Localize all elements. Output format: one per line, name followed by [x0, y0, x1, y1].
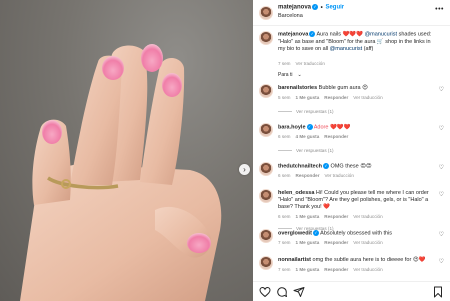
- post-action-bar: [253, 281, 450, 301]
- comment-time[interactable]: 6 sem: [278, 173, 291, 178]
- comment-text: Absolutely obsessed with this: [320, 230, 392, 237]
- verified-badge-icon: ✓: [323, 163, 330, 169]
- caption-username[interactable]: matejanova: [278, 31, 308, 37]
- translate-link[interactable]: Ver traducción: [353, 267, 382, 272]
- more-options-icon[interactable]: •••: [435, 6, 444, 13]
- verified-badge-icon: ✓: [312, 230, 319, 236]
- comment-text: OMG these 😍😍: [330, 163, 372, 170]
- translate-link[interactable]: Ver traducción: [353, 95, 382, 100]
- author-username[interactable]: matejanova: [278, 5, 311, 11]
- separator-dot: •: [319, 4, 325, 11]
- bookmark-icon[interactable]: [432, 286, 444, 298]
- like-comment-heart-icon[interactable]: ♡: [439, 258, 444, 265]
- comment-likes[interactable]: 4 Me gusta: [296, 134, 320, 139]
- translate-link[interactable]: Ver traducción: [296, 61, 325, 66]
- author-avatar[interactable]: [259, 6, 273, 20]
- like-comment-heart-icon[interactable]: ♡: [439, 86, 444, 93]
- commenter-avatar[interactable]: [259, 189, 273, 203]
- post-photo: ›: [0, 0, 253, 301]
- follow-button[interactable]: Seguir: [325, 5, 344, 11]
- post-header: matejanova ✓ • Seguir Barcelona •••: [253, 0, 450, 26]
- comment-icon[interactable]: [276, 286, 288, 298]
- comment-likes[interactable]: 1 Me gusta: [296, 240, 320, 245]
- commenter-avatar[interactable]: [259, 123, 273, 137]
- comment-time[interactable]: 7 sem: [278, 240, 291, 245]
- like-comment-heart-icon[interactable]: ♡: [439, 164, 444, 171]
- reply-button[interactable]: Responder: [324, 134, 348, 139]
- commenter-username[interactable]: overglowedit: [278, 230, 312, 236]
- comments-scroll-area[interactable]: matejanova ✓ Aura nails ❤️❤️❤️ @manucuris…: [253, 27, 450, 278]
- hearts-emoji: ❤️❤️❤️: [342, 31, 364, 38]
- commenter-username[interactable]: nonnailartist: [278, 257, 311, 263]
- commenter-username[interactable]: barenailstories: [278, 85, 317, 91]
- chevron-down-icon[interactable]: ⌄: [297, 72, 301, 78]
- translate-link[interactable]: Ver traducción: [353, 214, 382, 219]
- comment-text: Bubble gum aura 😍: [318, 85, 368, 91]
- commenter-username[interactable]: bara.hoyle: [278, 124, 306, 130]
- commenter-username[interactable]: helen_odessa: [278, 190, 314, 196]
- next-photo-button[interactable]: ›: [239, 164, 250, 175]
- commenter-avatar[interactable]: [259, 229, 273, 243]
- sort-label[interactable]: Para ti: [278, 72, 292, 78]
- like-comment-heart-icon[interactable]: ♡: [439, 231, 444, 238]
- view-replies-button[interactable]: Ver respuestas (1): [278, 109, 334, 114]
- caption-text: Aura nails: [315, 31, 343, 38]
- hand-with-aura-nails-image: [20, 44, 222, 301]
- replies-line: [278, 150, 292, 152]
- mention-link[interactable]: @manucurist: [365, 31, 397, 37]
- translate-link[interactable]: Ver traducción: [325, 173, 354, 178]
- commenter-username[interactable]: thedutchnailtech: [278, 163, 322, 169]
- comment-time[interactable]: 7 sem: [278, 267, 291, 272]
- reply-button[interactable]: Responder: [324, 240, 348, 245]
- reply-button[interactable]: Responder: [296, 173, 320, 178]
- caption-avatar[interactable]: [259, 31, 273, 45]
- commenter-avatar[interactable]: [259, 84, 273, 98]
- comment-time[interactable]: 5 sem: [278, 95, 291, 100]
- post-side-panel: matejanova ✓ • Seguir Barcelona ••• matej…: [253, 0, 450, 301]
- verified-badge-icon: ✓: [306, 124, 313, 130]
- reply-button[interactable]: Responder: [324, 214, 348, 219]
- view-replies-label: Ver respuestas (1): [296, 148, 334, 153]
- verified-badge-icon: ✓: [312, 4, 319, 10]
- comment-time[interactable]: 6 sem: [278, 214, 291, 219]
- view-replies-button[interactable]: Ver respuestas (1): [278, 148, 334, 153]
- comment-text: Adore ❤️❤️❤️: [313, 124, 351, 131]
- like-comment-heart-icon[interactable]: ♡: [439, 125, 444, 132]
- caption-time[interactable]: 7 sem: [278, 61, 291, 66]
- caption-text-3: (aff): [362, 45, 374, 52]
- comment-text: omg the subtle aura here is to dieeee fo…: [312, 257, 426, 263]
- comment-likes[interactable]: 1 Me gusta: [296, 95, 320, 100]
- replies-line: [278, 111, 292, 113]
- reply-button[interactable]: Responder: [324, 267, 348, 272]
- heart-icon[interactable]: [259, 286, 271, 298]
- comment-likes[interactable]: 1 Me gusta: [296, 214, 320, 219]
- translate-link[interactable]: Ver traducción: [353, 240, 382, 245]
- commenter-avatar[interactable]: [259, 162, 273, 176]
- comment-time[interactable]: 6 sem: [278, 134, 291, 139]
- commenter-avatar[interactable]: [259, 256, 273, 270]
- view-replies-label: Ver respuestas (1): [296, 109, 334, 114]
- mention-link-2[interactable]: @manucurist: [330, 46, 362, 52]
- like-comment-heart-icon[interactable]: ♡: [439, 191, 444, 198]
- comment-likes[interactable]: 1 Me gusta: [296, 267, 320, 272]
- reply-button[interactable]: Responder: [324, 95, 348, 100]
- share-icon[interactable]: [293, 286, 305, 298]
- post-location[interactable]: Barcelona: [278, 13, 303, 19]
